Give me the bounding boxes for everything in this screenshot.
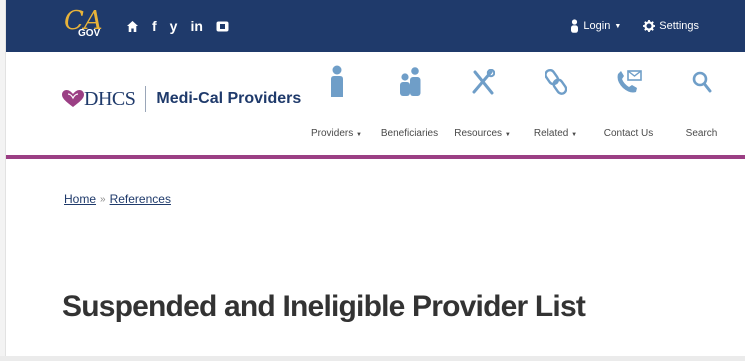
page-title: Suspended and Ineligible Provider List (62, 290, 586, 323)
chevron-down-icon: ▼ (614, 22, 622, 30)
dhcs-logo-text: DHCS (84, 87, 136, 110)
nav-item-providers[interactable]: Providers ▼ (300, 62, 373, 139)
nav-label-contact-us: Contact Us (603, 128, 654, 139)
facebook-icon[interactable]: f (152, 19, 157, 33)
window-bottom-edge (0, 356, 745, 361)
person-icon (330, 62, 344, 102)
linkedin-icon[interactable]: in (190, 19, 202, 33)
user-icon (571, 19, 579, 33)
login-label: Login (583, 20, 611, 32)
nav-item-related[interactable]: Related ▼ (519, 62, 592, 139)
chevron-down-icon: ▼ (504, 132, 511, 138)
site-header: DHCS Medi-Cal Providers Providers ▼ Bene… (6, 52, 745, 158)
top-bar: CA GOV f y in Login ▼ Settings (6, 0, 745, 52)
tools-icon (471, 62, 495, 102)
youtube-icon[interactable] (216, 21, 229, 32)
nav-label-providers: Providers (311, 128, 354, 139)
breadcrumb-home-link[interactable]: Home (64, 192, 96, 206)
phone-mail-icon (615, 62, 643, 102)
breadcrumb: Home » References (64, 192, 171, 206)
twitter-icon[interactable]: y (170, 19, 178, 33)
nav-item-beneficiaries[interactable]: Beneficiaries (373, 62, 446, 139)
nav-label-resources: Resources (454, 128, 503, 139)
settings-button[interactable]: Settings (643, 20, 699, 32)
dhcs-brand-logo[interactable]: DHCS Medi-Cal Providers (62, 86, 301, 112)
nav-label-related: Related (533, 128, 569, 139)
chevron-down-icon: ▼ (356, 132, 362, 138)
nav-label-search: Search (685, 128, 718, 139)
main-nav: Providers ▼ Beneficiaries Resources ▼ Re… (300, 62, 738, 139)
link-icon (544, 62, 567, 102)
heart-logo-icon (62, 90, 84, 108)
ca-gov-logo[interactable]: CA GOV (64, 6, 108, 46)
nav-item-contact-us[interactable]: Contact Us (592, 62, 665, 139)
gov-logo-text: GOV (78, 28, 101, 39)
home-icon[interactable] (126, 20, 139, 33)
gear-icon (643, 20, 656, 32)
brand-divider (145, 86, 147, 112)
nav-item-resources[interactable]: Resources ▼ (446, 62, 519, 139)
site-name: Medi-Cal Providers (156, 90, 302, 107)
nav-label-beneficiaries: Beneficiaries (380, 128, 439, 139)
login-button[interactable]: Login ▼ (570, 19, 621, 33)
breadcrumb-current-link[interactable]: References (110, 192, 171, 206)
social-links: f y in (126, 19, 229, 33)
search-icon (692, 62, 712, 102)
top-right-tools: Login ▼ Settings (570, 19, 699, 33)
breadcrumb-separator-icon: » (100, 193, 106, 205)
chevron-down-icon: ▼ (571, 132, 578, 138)
settings-label: Settings (659, 20, 699, 32)
people-icon (399, 62, 421, 102)
nav-item-search[interactable]: Search (665, 62, 738, 139)
header-accent-divider (6, 155, 745, 159)
